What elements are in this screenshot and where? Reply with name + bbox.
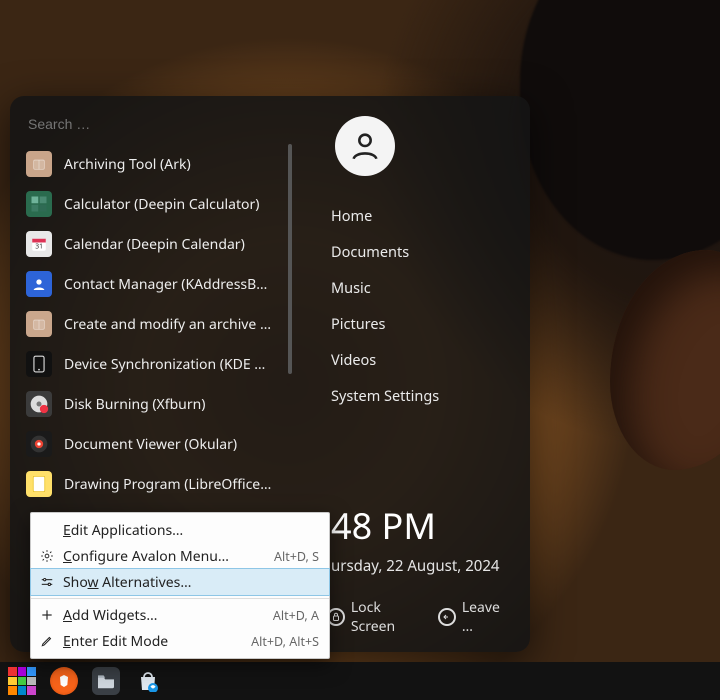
app-icon bbox=[26, 431, 52, 457]
menu-right-column: HomeDocumentsMusicPicturesVideosSystem S… bbox=[313, 112, 514, 636]
launcher-cell bbox=[8, 667, 17, 676]
app-label: Contact Manager (KAddressBook) bbox=[64, 275, 274, 294]
shopping-bag-icon bbox=[136, 670, 160, 692]
app-item[interactable]: 31 Calendar (Deepin Calendar) bbox=[26, 224, 292, 264]
leave-label: Leave … bbox=[462, 598, 514, 636]
power-row: Lock Screen Leave … bbox=[327, 598, 514, 636]
brave-icon bbox=[56, 673, 72, 689]
app-label: Calculator (Deepin Calculator) bbox=[64, 195, 259, 214]
app-icon: 31 bbox=[26, 231, 52, 257]
app-item[interactable]: Drawing Program (LibreOffice Draw) bbox=[26, 464, 292, 504]
folder-icon bbox=[96, 673, 116, 689]
pencil-icon bbox=[39, 633, 55, 649]
app-icon bbox=[26, 151, 52, 177]
launcher-cell bbox=[27, 667, 36, 676]
launcher-cell bbox=[18, 686, 27, 695]
context-menu: Edit Applications… Configure Avalon Menu… bbox=[30, 512, 330, 659]
app-label: Calendar (Deepin Calendar) bbox=[64, 235, 245, 254]
clock-block: 48 PM ursday, 22 August, 2024 bbox=[327, 501, 500, 576]
app-item[interactable]: Contact Manager (KAddressBook) bbox=[26, 264, 292, 304]
app-icon bbox=[26, 471, 52, 497]
ctx-edit-applications[interactable]: Edit Applications… bbox=[31, 517, 329, 543]
taskbar-app-files[interactable] bbox=[92, 667, 120, 695]
place-item[interactable]: Music bbox=[327, 270, 443, 306]
leave-button[interactable]: Leave … bbox=[438, 598, 514, 636]
clock-date: ursday, 22 August, 2024 bbox=[331, 556, 500, 576]
ctx-add-widgets[interactable]: Add Widgets… Alt+D, A bbox=[31, 602, 329, 628]
app-item[interactable]: Disk Burning (Xfburn) bbox=[26, 384, 292, 424]
user-avatar[interactable] bbox=[335, 116, 395, 176]
app-label: Archiving Tool (Ark) bbox=[64, 155, 191, 174]
lock-label: Lock Screen bbox=[351, 598, 428, 636]
search-input[interactable] bbox=[26, 112, 292, 144]
plus-icon bbox=[39, 607, 55, 623]
launcher-cell bbox=[18, 667, 27, 676]
user-icon bbox=[348, 129, 382, 163]
launcher-cell bbox=[27, 677, 36, 686]
app-icon bbox=[26, 391, 52, 417]
app-icon bbox=[26, 311, 52, 337]
place-item[interactable]: Home bbox=[327, 198, 443, 234]
app-item[interactable]: Archiving Tool (Ark) bbox=[26, 144, 292, 184]
launcher-cell bbox=[8, 686, 17, 695]
app-launcher-button[interactable] bbox=[8, 667, 36, 695]
ctx-show-alternatives[interactable]: Show Alternatives… bbox=[31, 569, 329, 595]
wallpaper-ear bbox=[610, 250, 720, 470]
taskbar-app-store[interactable] bbox=[134, 667, 162, 695]
ctx-enter-edit-mode[interactable]: Enter Edit Mode Alt+D, Alt+S bbox=[31, 628, 329, 654]
place-item[interactable]: System Settings bbox=[327, 378, 443, 414]
app-item[interactable]: Device Synchronization (KDE Connect) bbox=[26, 344, 292, 384]
launcher-cell bbox=[18, 677, 27, 686]
place-item[interactable]: Documents bbox=[327, 234, 443, 270]
app-icon bbox=[26, 191, 52, 217]
clock-time: 48 PM bbox=[331, 501, 500, 550]
app-item[interactable]: Create and modify an archive (File Rolle… bbox=[26, 304, 292, 344]
places-list: HomeDocumentsMusicPicturesVideosSystem S… bbox=[327, 198, 443, 414]
lock-screen-button[interactable]: Lock Screen bbox=[327, 598, 428, 636]
app-label: Create and modify an archive (File Rolle… bbox=[64, 315, 274, 334]
app-label: Document Viewer (Okular) bbox=[64, 435, 237, 454]
ctx-separator bbox=[31, 598, 329, 599]
wallpaper-hair bbox=[520, 0, 720, 260]
launcher-cell bbox=[27, 686, 36, 695]
app-label: Device Synchronization (KDE Connect) bbox=[64, 355, 274, 374]
app-label: Disk Burning (Xfburn) bbox=[64, 395, 205, 414]
gear-icon bbox=[39, 548, 55, 564]
place-item[interactable]: Videos bbox=[327, 342, 443, 378]
app-icon bbox=[26, 271, 52, 297]
leave-icon bbox=[438, 608, 456, 626]
app-item[interactable]: Document Viewer (Okular) bbox=[26, 424, 292, 464]
scrollbar-thumb[interactable] bbox=[288, 144, 292, 374]
taskbar-app-brave[interactable] bbox=[50, 667, 78, 695]
launcher-cell bbox=[8, 677, 17, 686]
taskbar bbox=[0, 662, 720, 700]
blank-icon bbox=[39, 522, 55, 538]
app-item[interactable]: Calculator (Deepin Calculator) bbox=[26, 184, 292, 224]
svg-text:31: 31 bbox=[35, 242, 43, 251]
app-icon bbox=[26, 351, 52, 377]
place-item[interactable]: Pictures bbox=[327, 306, 443, 342]
app-label: Drawing Program (LibreOffice Draw) bbox=[64, 475, 274, 494]
sliders-icon bbox=[39, 574, 55, 590]
ctx-configure-menu[interactable]: Configure Avalon Menu… Alt+D, S bbox=[31, 543, 329, 569]
